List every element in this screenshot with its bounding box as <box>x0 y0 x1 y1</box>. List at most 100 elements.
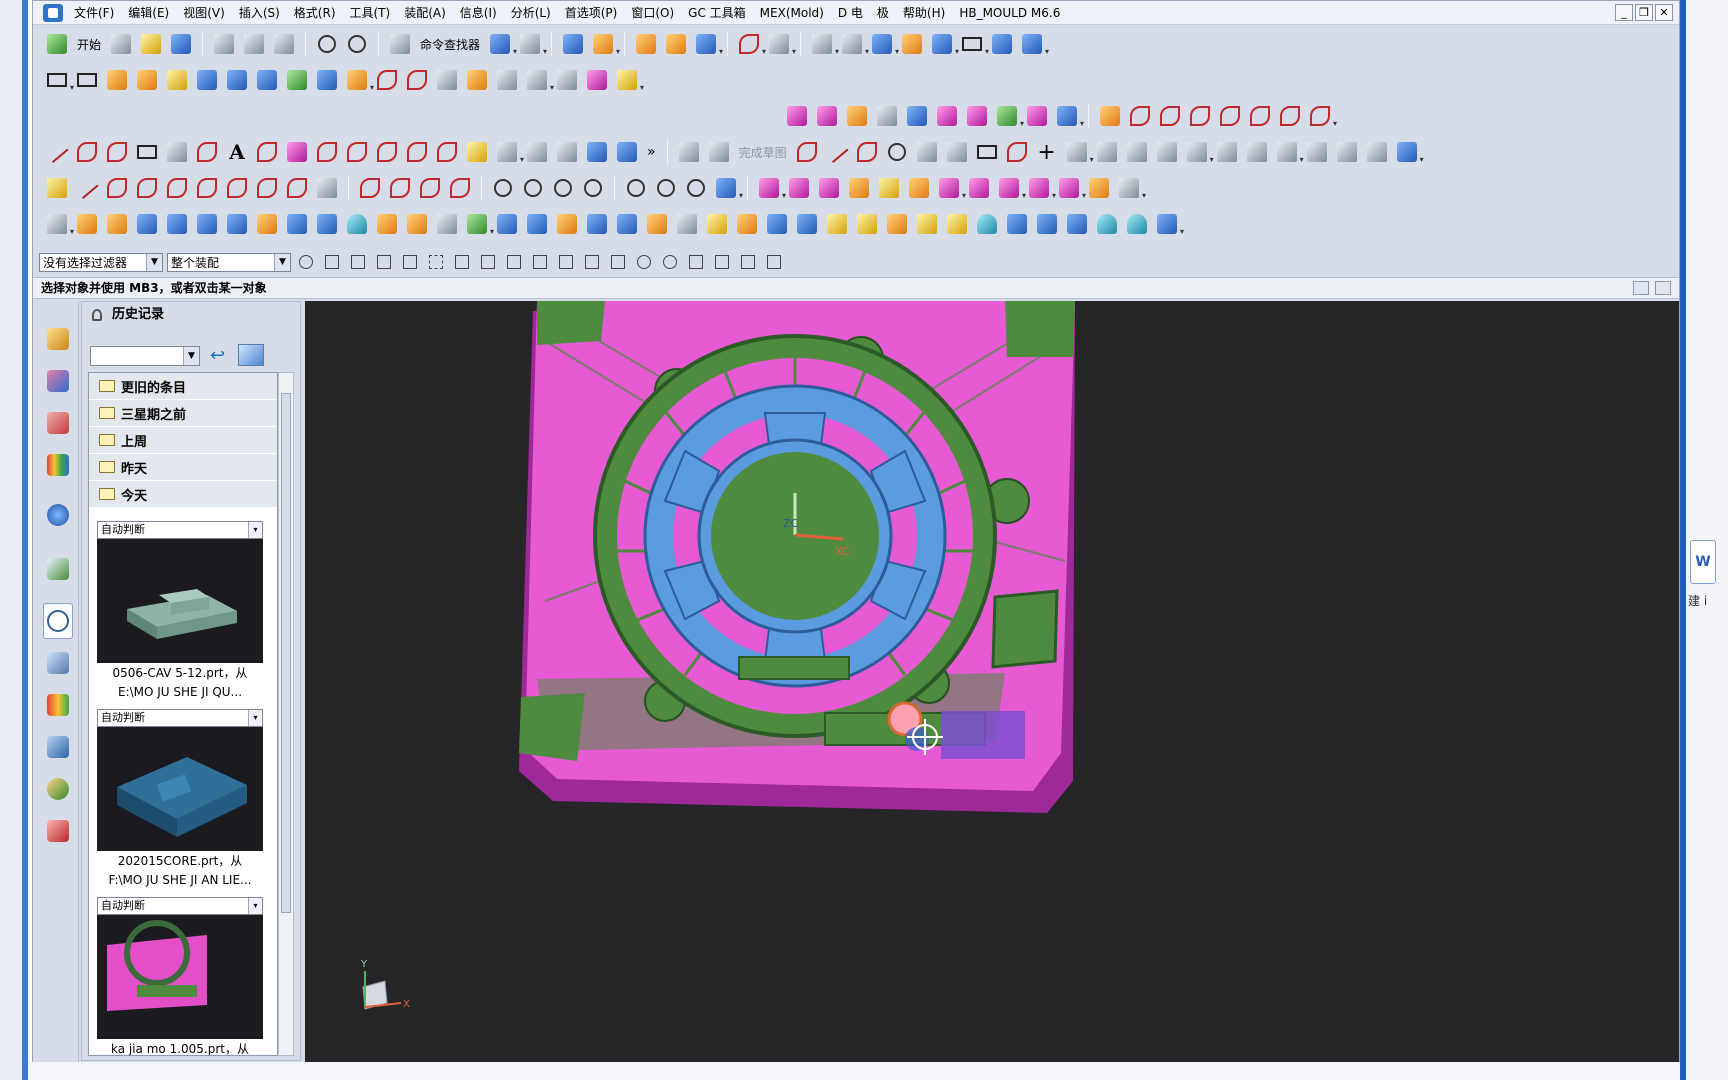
system-materials-icon[interactable] <box>43 645 73 681</box>
assembly-navigator-icon[interactable] <box>43 321 73 357</box>
trim-curve-icon[interactable] <box>403 138 431 166</box>
edit-surf-2-icon[interactable] <box>813 102 841 130</box>
scale-curve-icon[interactable] <box>613 138 641 166</box>
dimension-icon[interactable] <box>1273 138 1304 166</box>
menu-insert[interactable]: 插入(S) <box>232 2 287 24</box>
line-icon[interactable] <box>43 138 71 166</box>
feat-11-icon[interactable] <box>373 210 401 238</box>
surface-14-icon[interactable] <box>493 66 521 94</box>
snap-face-icon[interactable] <box>737 252 759 272</box>
menu-file[interactable]: 文件(F) <box>67 2 121 24</box>
folder-last-week[interactable]: 上周 <box>89 427 277 454</box>
curve-edit-8-icon[interactable] <box>1306 102 1337 130</box>
select-body-icon[interactable] <box>399 252 421 272</box>
feat-15-icon[interactable] <box>493 210 521 238</box>
curve-edit-4-icon[interactable] <box>1186 102 1214 130</box>
mold-tool-10-icon[interactable] <box>1025 174 1056 202</box>
feat-17-icon[interactable] <box>553 210 581 238</box>
hd3d-tools-icon[interactable] <box>43 497 73 533</box>
feat-4-icon[interactable] <box>163 210 191 238</box>
chamfer-curve-icon[interactable] <box>386 174 414 202</box>
profile-icon[interactable] <box>793 138 821 166</box>
feat-18-icon[interactable] <box>583 210 611 238</box>
feat-25-icon[interactable] <box>793 210 821 238</box>
edit-surf-1-icon[interactable] <box>783 102 811 130</box>
wcs-icon[interactable] <box>589 30 620 58</box>
menu-analysis[interactable]: 分析(L) <box>504 2 558 24</box>
surface-1-icon[interactable] <box>103 66 131 94</box>
extrude-icon[interactable] <box>73 210 101 238</box>
menu-hb-mould[interactable]: HB_MOULD M6.6 <box>952 2 1067 24</box>
text-icon[interactable]: A <box>223 138 251 166</box>
new-file-icon[interactable] <box>107 30 135 58</box>
type-filter-select[interactable]: 没有选择过滤器 ▼ <box>39 252 163 272</box>
feat-14-icon[interactable] <box>463 210 494 238</box>
join-curve-icon[interactable] <box>463 138 491 166</box>
curve-options-icon[interactable] <box>493 138 524 166</box>
redo-icon[interactable] <box>343 30 371 58</box>
snap-point-icon[interactable] <box>685 252 707 272</box>
feat-3-icon[interactable] <box>133 210 161 238</box>
feat-19-icon[interactable] <box>613 210 641 238</box>
offset-curve-icon[interactable] <box>313 138 341 166</box>
point-on-icon[interactable] <box>682 174 710 202</box>
edit-surf-10-icon[interactable] <box>1053 102 1084 130</box>
circle-2-icon[interactable] <box>519 174 547 202</box>
feat-16-icon[interactable] <box>523 210 551 238</box>
feat-21-icon[interactable] <box>673 210 701 238</box>
mold-tool-4-icon[interactable] <box>845 174 873 202</box>
convert-ref-icon[interactable] <box>1333 138 1361 166</box>
select-edge-icon[interactable] <box>373 252 395 272</box>
load-mode-select[interactable]: 自动判断 ▾ <box>97 897 263 915</box>
folder-three-weeks[interactable]: 三星期之前 <box>89 400 277 427</box>
mold-tool-1-icon[interactable] <box>755 174 786 202</box>
sketch-arc-icon[interactable] <box>853 138 881 166</box>
surface-15-icon[interactable] <box>523 66 554 94</box>
part-navigator-icon[interactable] <box>43 405 73 441</box>
layer-icon[interactable] <box>559 30 587 58</box>
menu-electrode[interactable]: D 电 <box>831 2 870 24</box>
feat-35-icon[interactable] <box>1093 210 1121 238</box>
background-icon[interactable] <box>958 30 989 58</box>
surface-16-icon[interactable] <box>553 66 581 94</box>
back-arrow-icon[interactable]: ↩ <box>210 346 232 366</box>
restore-button[interactable]: ❐ <box>1635 4 1653 21</box>
copy-icon[interactable] <box>240 30 268 58</box>
point-set-icon[interactable] <box>652 174 680 202</box>
snap-arc-icon[interactable] <box>581 252 603 272</box>
feat-33-icon[interactable] <box>1033 210 1061 238</box>
surface-6-icon[interactable] <box>253 66 281 94</box>
part-thumbnail[interactable] <box>97 539 263 663</box>
cross-line-icon[interactable] <box>163 174 191 202</box>
curve-fit-icon[interactable] <box>283 174 311 202</box>
curve-edit-3-icon[interactable] <box>1156 102 1184 130</box>
export-icon[interactable] <box>988 30 1016 58</box>
feat-6-icon[interactable] <box>223 210 251 238</box>
feat-32-icon[interactable] <box>1003 210 1031 238</box>
spline-points-icon[interactable] <box>103 138 131 166</box>
surface-5-icon[interactable] <box>223 66 251 94</box>
snap-icon[interactable] <box>516 30 547 58</box>
view-mode-icon[interactable] <box>238 344 264 366</box>
arc-tangent-icon[interactable] <box>193 174 221 202</box>
sketch-line-icon[interactable] <box>823 138 851 166</box>
select-mode-icon[interactable] <box>486 30 517 58</box>
mold-tool-2-icon[interactable] <box>785 174 813 202</box>
edit-surf-8-icon[interactable] <box>993 102 1024 130</box>
feat-7-icon[interactable] <box>253 210 281 238</box>
sphere-icon[interactable] <box>1153 210 1184 238</box>
open-folder-icon[interactable] <box>137 30 165 58</box>
split-curve-icon[interactable] <box>433 138 461 166</box>
move-icon[interactable] <box>692 30 723 58</box>
snap-midpoint-icon[interactable] <box>503 252 525 272</box>
sketch-icon[interactable] <box>675 138 703 166</box>
extract-curve-icon[interactable] <box>523 138 551 166</box>
surface-13-icon[interactable] <box>463 66 491 94</box>
fit-icon[interactable] <box>808 30 839 58</box>
select-feature-icon[interactable] <box>321 252 343 272</box>
scope-filter-select[interactable]: 整个装配 ▼ <box>167 252 291 272</box>
feat-28-icon[interactable] <box>883 210 911 238</box>
sketch-constraint-icon[interactable] <box>1183 138 1214 166</box>
quick-trim-icon[interactable] <box>1093 138 1121 166</box>
cylinder-icon[interactable] <box>343 210 371 238</box>
